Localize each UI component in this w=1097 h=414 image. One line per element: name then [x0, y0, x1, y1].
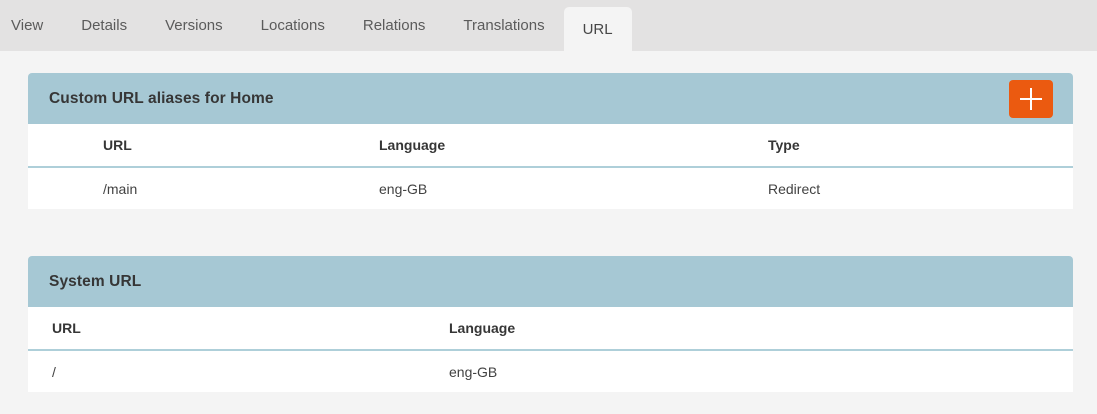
- url-management-page: View Details Versions Locations Relation…: [0, 0, 1097, 392]
- tab-view[interactable]: View: [0, 0, 62, 51]
- system-url-language-cell: eng-GB: [449, 350, 1073, 392]
- custom-aliases-title: Custom URL aliases for Home: [49, 90, 274, 108]
- tab-locations[interactable]: Locations: [242, 0, 344, 51]
- system-url-header: System URL: [28, 256, 1073, 307]
- alias-table-row: /main eng-GB Redirect: [28, 167, 1073, 209]
- alias-type-cell: Redirect: [768, 167, 1073, 209]
- system-url-title: System URL: [49, 273, 141, 291]
- system-url-table: URL Language / eng-GB: [28, 307, 1073, 392]
- tab-url[interactable]: URL: [564, 7, 632, 51]
- alias-language-cell: eng-GB: [379, 167, 768, 209]
- table-header-row: URL Language Type: [28, 124, 1073, 167]
- custom-aliases-header: Custom URL aliases for Home: [28, 73, 1073, 124]
- add-alias-button[interactable]: [1009, 80, 1053, 118]
- tab-details[interactable]: Details: [62, 0, 146, 51]
- tab-translations[interactable]: Translations: [444, 0, 563, 51]
- column-header-language: Language: [379, 124, 768, 167]
- table-header-row: URL Language: [28, 307, 1073, 350]
- system-url-table-row: / eng-GB: [28, 350, 1073, 392]
- system-url-cell: /: [28, 350, 449, 392]
- content-tab-bar: View Details Versions Locations Relation…: [0, 0, 1097, 51]
- column-header-type: Type: [768, 124, 1073, 167]
- column-header-url: URL: [28, 307, 449, 350]
- tab-relations[interactable]: Relations: [344, 0, 445, 51]
- tab-versions[interactable]: Versions: [146, 0, 242, 51]
- system-url-panel: System URL URL Language / eng-GB: [28, 256, 1073, 392]
- alias-url-cell: /main: [28, 167, 379, 209]
- plus-icon: [1019, 87, 1043, 111]
- custom-url-aliases-panel: Custom URL aliases for Home URL Language…: [28, 73, 1073, 209]
- column-header-language: Language: [449, 307, 1073, 350]
- custom-aliases-table: URL Language Type /main eng-GB Redirect: [28, 124, 1073, 209]
- main-content: Custom URL aliases for Home URL Language…: [0, 51, 1097, 392]
- column-header-url: URL: [28, 124, 379, 167]
